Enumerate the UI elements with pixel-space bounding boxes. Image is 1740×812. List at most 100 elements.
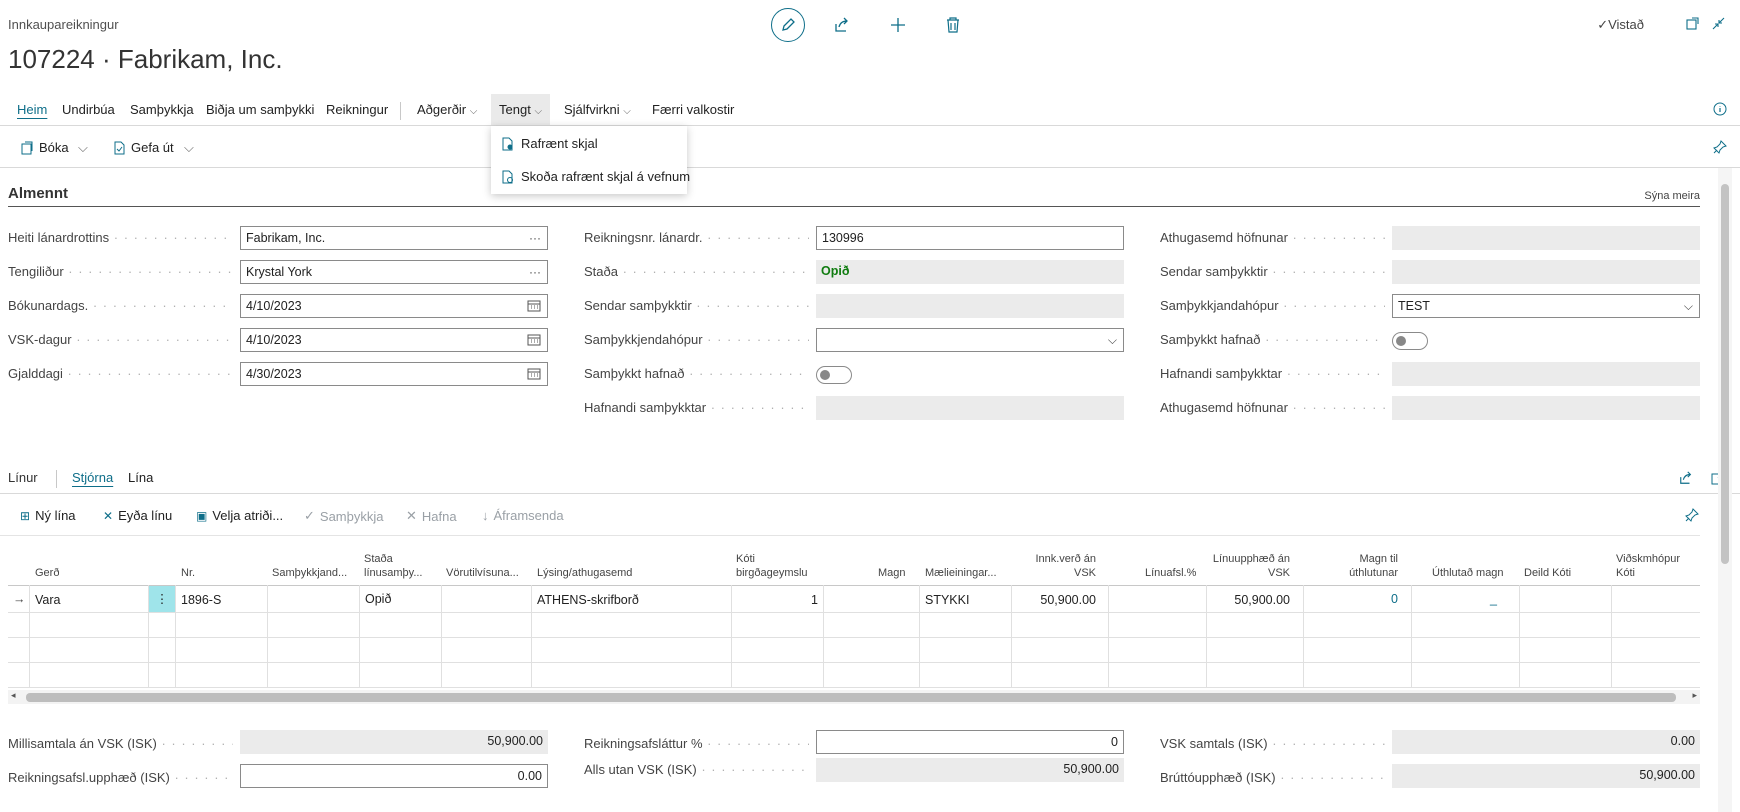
horizontal-scrollbar[interactable]: ◂ ▸ [8,690,1700,704]
fewer-options-button[interactable]: Færri valkostir [652,102,734,117]
cell-status: Opið [365,592,392,606]
cell-description[interactable]: ATHENS-skrifborð [537,593,639,607]
due-date-field[interactable]: 4/30/2023 [240,362,548,386]
invoice-discount-amount-field[interactable]: 0.00 [240,764,548,788]
collapse-icon[interactable] [1710,15,1726,31]
calendar-icon[interactable] [527,333,541,349]
total-vat-field: 0.00 [1392,730,1700,754]
contact-field[interactable]: Krystal York ··· [240,260,548,284]
vendor-name-field[interactable]: Fabrikam, Inc. ··· [240,226,548,250]
open-new-window-icon[interactable] [1684,15,1700,31]
edit-pencil-icon[interactable] [771,8,805,42]
vendor-invoice-no-label: Reikningsnr. lánardr. [584,230,809,245]
ellipsis-icon[interactable]: ··· [529,265,541,279]
vendor-name-label: Heiti lánardrottins [8,230,233,245]
view-e-document-web-menu-item[interactable]: Skoða rafrænt skjal á vefnum [501,169,690,184]
tab-related[interactable]: Tengt ⌵ [491,94,551,125]
vendor-invoice-no-field[interactable]: 130996 [816,226,1124,250]
invoice-discount-amount-label: Reikningsafsl.upphæð (ISK) [8,770,233,785]
col-header-location-code[interactable]: Kóti birgðageymslu [736,552,816,580]
show-more-link[interactable]: Sýna meira [1644,190,1700,202]
col-header-line-amount[interactable]: Línuupphæð án VSK [1200,552,1290,580]
approval-rejected-toggle[interactable] [816,366,852,384]
cell-type[interactable]: Vara [35,593,60,607]
col-header-line-discount[interactable]: Línuafsl.% [1145,566,1196,580]
cell-qty-to-assign[interactable]: 0 [1360,592,1398,606]
tab-manage[interactable]: Stjórna [72,470,113,485]
scroll-left-icon[interactable]: ◂ [11,690,16,701]
chevron-down-icon: ⌵ [1683,299,1693,313]
cell-uom[interactable]: STYKKI [925,593,969,607]
col-header-line-approval-status[interactable]: Staða línusamþy... [364,552,438,580]
total-vat-label: VSK samtals (ISK) [1160,736,1385,751]
share-icon[interactable] [829,12,855,38]
release-button[interactable]: Gefa út [112,140,174,155]
calendar-icon[interactable] [527,367,541,383]
col-header-type[interactable]: Gerð [35,566,59,580]
col-header-uom[interactable]: Mælieiningar... [925,566,1010,580]
reject-line-button[interactable]: ✕ Hafna [406,508,457,524]
tab-automate[interactable]: Sjálfvirkni ⌵ [564,102,631,117]
cell-unit-cost[interactable]: 50,900.00 [1020,593,1096,607]
e-document-menu-item[interactable]: Rafrænt skjal [501,136,598,151]
approver-group-select-2[interactable]: TEST ⌵ [1392,294,1700,318]
select-items-button[interactable]: ▣ Velja atriði... [196,508,283,523]
cell-quantity[interactable]: 1 [780,593,818,607]
cell-qty-assigned[interactable]: _ [1490,592,1497,606]
delete-trash-icon[interactable] [940,12,966,38]
pin-icon[interactable] [1712,139,1728,155]
posting-date-field[interactable]: 4/10/2023 [240,294,548,318]
col-header-department-code[interactable]: Deild Kóti [1524,566,1571,580]
col-header-approver[interactable]: Samþykkjand... [272,566,352,580]
row-selector-arrow-icon: → [13,592,26,606]
saved-status: ✓Vistað [1597,17,1644,32]
tab-approve[interactable]: Samþykkja [130,102,194,117]
col-header-unit-cost[interactable]: Innk.verð án VSK [1020,552,1096,580]
share-icon[interactable] [1678,470,1694,486]
approval-rejected-toggle-2[interactable] [1392,332,1428,350]
rejecting-approvals-label-2: Hafnandi samþykktar [1160,366,1385,381]
add-icon[interactable] [885,12,911,38]
post-button[interactable]: Bóka [20,140,69,155]
total-incl-vat-label: Brúttóupphæð (ISK) [1160,770,1385,785]
row-menu-icon[interactable]: ⋮ [149,586,175,612]
scroll-right-icon[interactable]: ▸ [1692,690,1697,701]
col-header-no[interactable]: Nr. [181,566,195,580]
vat-date-field[interactable]: 4/10/2023 [240,328,548,352]
col-header-qty-to-assign[interactable]: Magn til úthlutunar [1320,552,1398,580]
cell-line-amount[interactable]: 50,900.00 [1200,593,1290,607]
scrollbar-thumb[interactable] [26,693,1676,702]
delete-line-button[interactable]: ✕ Eyða línu [103,508,172,523]
ellipsis-icon[interactable]: ··· [529,231,541,245]
invoice-discount-pct-field[interactable]: 0 [816,730,1124,754]
post-dropdown-chevron-icon[interactable]: ⌵ [78,140,88,156]
new-line-button[interactable]: ⊞ Ný lína [20,508,76,523]
col-header-quantity[interactable]: Magn [878,566,906,580]
tab-prepare[interactable]: Undirbúa [62,102,115,117]
document-icon [502,137,513,150]
vertical-scrollbar[interactable] [1718,168,1732,812]
tab-invoice[interactable]: Reikningur [326,102,388,117]
select-items-icon: ▣ [196,508,208,523]
pin-icon[interactable] [1684,507,1700,523]
calendar-icon[interactable] [527,299,541,315]
release-dropdown-chevron-icon[interactable]: ⌵ [184,140,194,156]
cell-no[interactable]: 1896-S [181,593,221,607]
action-bar: Bóka ⌵ Gefa út ⌵ [0,126,1740,168]
tab-home[interactable]: Heim [17,102,47,117]
tab-request-approval[interactable]: Biðja um samþykki [206,102,314,117]
col-header-description[interactable]: Lýsing/athugasemd [537,566,632,580]
section-divider [8,206,1700,207]
vertical-scrollbar-thumb[interactable] [1721,184,1729,564]
tab-line[interactable]: Lína [128,470,153,485]
tab-actions[interactable]: Aðgerðir ⌵ [417,102,477,117]
col-header-qty-assigned[interactable]: Úthlutað magn [1432,566,1504,580]
menu-bar: Heim Undirbúa Samþykkja Biðja um samþykk… [0,94,1740,126]
approver-group-select[interactable]: ⌵ [816,328,1124,352]
col-header-customer-group-code[interactable]: Viðskmhópur Kóti [1616,552,1696,580]
info-icon[interactable] [1712,101,1728,117]
col-header-item-reference[interactable]: Vörutilvísuna... [446,566,528,580]
delegate-line-button[interactable]: ↓ Áframsenda [482,508,564,523]
rejecting-approvals-label: Hafnandi samþykktar [584,400,809,415]
approve-line-button[interactable]: ✓ Samþykkja [304,508,383,524]
